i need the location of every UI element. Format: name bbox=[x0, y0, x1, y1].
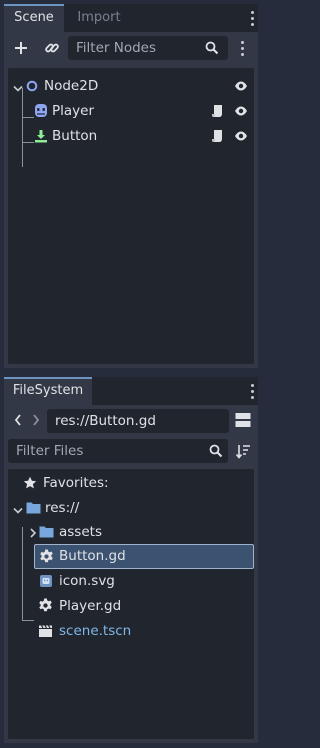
gear-icon bbox=[39, 549, 54, 568]
tree-row-icon-svg[interactable]: icon.svg bbox=[8, 569, 254, 593]
file-label: Player.gd bbox=[59, 598, 122, 614]
script-icon[interactable] bbox=[211, 104, 223, 122]
tree-row-assets[interactable]: assets bbox=[8, 520, 254, 544]
folder-icon bbox=[39, 525, 54, 542]
chevron-down-icon[interactable] bbox=[13, 504, 23, 519]
filter-nodes-input[interactable]: Filter Nodes bbox=[68, 36, 228, 60]
chevron-right-icon[interactable] bbox=[29, 527, 37, 542]
tab-import[interactable]: Import bbox=[64, 4, 134, 32]
split-view-icon[interactable] bbox=[235, 412, 251, 432]
scene-dock-menu-icon[interactable] bbox=[251, 11, 255, 29]
tree-row-favorites[interactable]: Favorites: bbox=[8, 471, 254, 495]
visibility-eye-icon[interactable] bbox=[234, 105, 248, 121]
tree-row-scene-tscn[interactable]: scene.tscn bbox=[8, 619, 254, 643]
tree-row-player[interactable]: Player bbox=[8, 99, 254, 123]
button-icon bbox=[34, 129, 48, 147]
scene-dock-body: Filter Nodes Node2D Player Button bbox=[4, 32, 258, 368]
root-label: res:// bbox=[45, 500, 80, 516]
file-tree: Favorites: res:// assets Button.gd icon.… bbox=[8, 469, 254, 739]
file-label: icon.svg bbox=[59, 573, 115, 589]
search-icon bbox=[209, 444, 223, 462]
scene-dock-tabbar: Scene Import bbox=[4, 4, 258, 32]
image-icon bbox=[39, 574, 53, 592]
file-label: assets bbox=[59, 524, 102, 540]
filesystem-dock-tabbar: FileSystem bbox=[4, 377, 258, 405]
node2d-icon bbox=[26, 80, 38, 96]
path-field[interactable]: res://Button.gd bbox=[47, 409, 229, 433]
tree-row-button[interactable]: Button bbox=[8, 124, 254, 148]
characterbody2d-icon bbox=[34, 103, 48, 123]
path-value: res://Button.gd bbox=[55, 413, 156, 429]
filter-files-placeholder: Filter Files bbox=[16, 443, 84, 459]
link-icon[interactable] bbox=[44, 40, 60, 60]
search-icon bbox=[205, 41, 219, 59]
add-node-icon[interactable] bbox=[13, 40, 29, 60]
forward-chevron-icon[interactable] bbox=[32, 414, 40, 430]
gear-icon bbox=[38, 598, 53, 617]
node-label: Player bbox=[52, 103, 95, 119]
tree-row-player-gd[interactable]: Player.gd bbox=[8, 594, 254, 618]
visibility-eye-icon[interactable] bbox=[234, 130, 248, 146]
filter-nodes-placeholder: Filter Nodes bbox=[76, 40, 156, 56]
file-label: scene.tscn bbox=[59, 623, 132, 639]
visibility-eye-icon[interactable] bbox=[234, 80, 248, 96]
scene-tree: Node2D Player Button bbox=[8, 68, 254, 364]
back-chevron-icon[interactable] bbox=[14, 414, 22, 430]
filter-files-input[interactable]: Filter Files bbox=[8, 439, 228, 463]
chevron-down-icon[interactable] bbox=[13, 82, 23, 97]
star-icon bbox=[23, 476, 37, 494]
tab-scene[interactable]: Scene bbox=[4, 4, 64, 32]
favorites-label: Favorites: bbox=[43, 475, 109, 491]
filesystem-dock-body: res://Button.gd Filter Files Favorites: bbox=[4, 405, 258, 743]
sort-icon[interactable] bbox=[235, 443, 251, 463]
tree-row-root[interactable]: res:// bbox=[8, 496, 254, 520]
file-label: Button.gd bbox=[59, 548, 126, 564]
clapperboard-icon bbox=[38, 624, 53, 642]
node-label: Node2D bbox=[44, 78, 99, 94]
scene-tree-menu-icon[interactable] bbox=[241, 41, 245, 59]
tree-row-button-gd[interactable]: Button.gd bbox=[34, 544, 254, 569]
filesystem-dock-menu-icon[interactable] bbox=[251, 384, 255, 402]
tree-row-node2d[interactable]: Node2D bbox=[8, 74, 254, 98]
tab-filesystem[interactable]: FileSystem bbox=[4, 377, 92, 405]
script-icon[interactable] bbox=[211, 129, 223, 147]
filesystem-dock: FileSystem res://Button.gd Filter Files bbox=[4, 377, 258, 743]
folder-icon bbox=[26, 501, 41, 518]
node-label: Button bbox=[52, 128, 98, 144]
scene-dock: Scene Import Filter Nodes Node2D Player … bbox=[4, 4, 258, 368]
